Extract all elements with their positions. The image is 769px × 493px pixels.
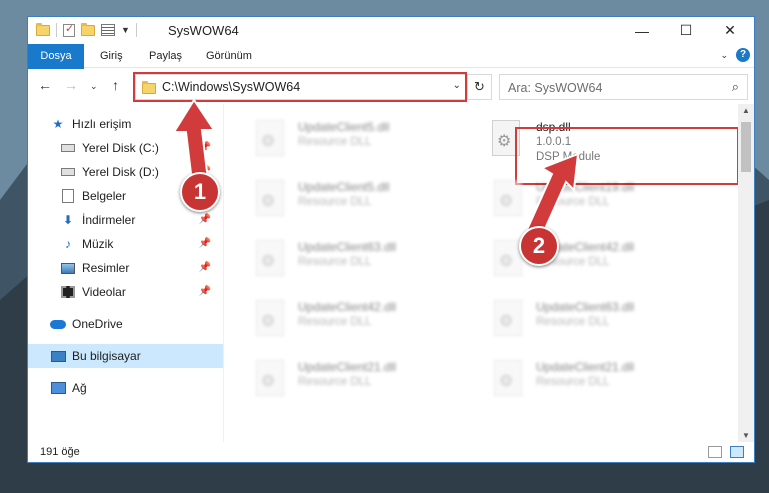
annotation-badge-2: 2 [519, 226, 559, 266]
arrow-1 [172, 98, 216, 184]
annotation-badge-1: 1 [180, 172, 220, 212]
annotation-arrows [172, 98, 580, 242]
